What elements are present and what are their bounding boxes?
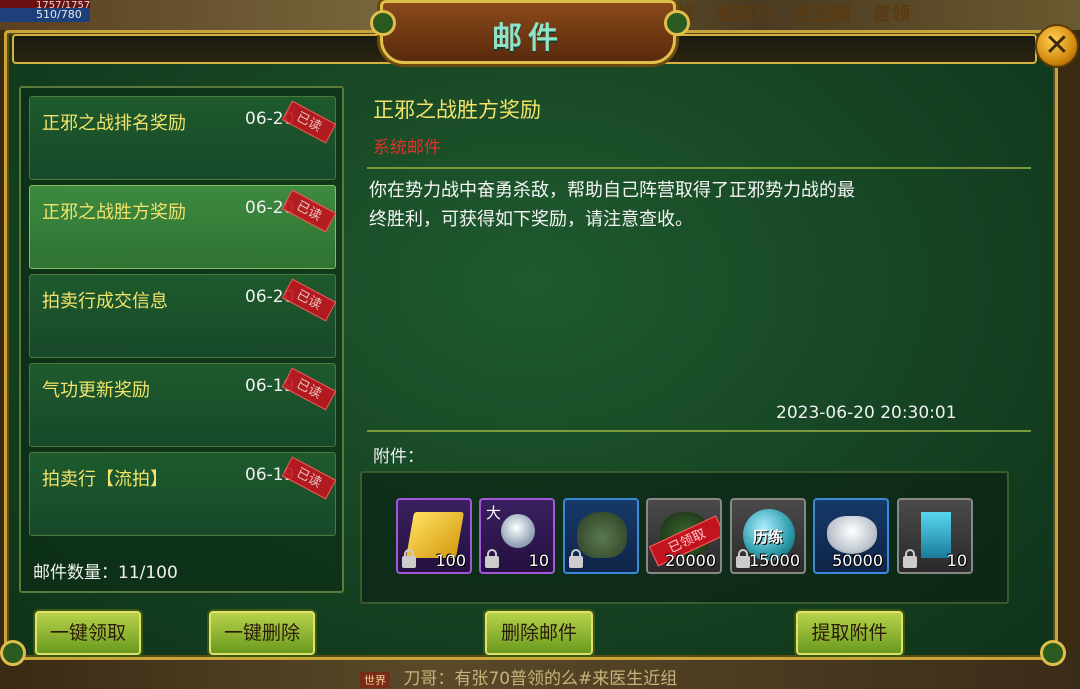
mail-list: 正邪之战排名奖励 06-20 已读 正邪之战胜方奖励 06-20 已读 拍卖行成… — [19, 86, 344, 593]
ornament-icon — [0, 640, 26, 666]
divider — [367, 430, 1031, 432]
chat-text: 刀哥：有张70普领的么#来医生近组 — [403, 669, 678, 689]
attachments-label: 附件： — [373, 447, 424, 467]
read-stamp: 已读 — [281, 367, 337, 411]
lock-icon — [903, 549, 917, 568]
mail-list-item[interactable]: 拍卖行成交信息 06-20 已读 — [29, 274, 337, 358]
attachment-slot[interactable]: 10 — [897, 498, 973, 574]
mail-subject: 拍卖行【流拍】 — [42, 469, 168, 490]
orb-label: 历练 — [752, 528, 783, 546]
attachment-slot[interactable]: 已领取 20000 — [646, 498, 722, 574]
mail-body-line: 你在势力战中奋勇杀敌，帮助自己阵营取得了正邪势力战的最 — [369, 180, 855, 201]
mp-text: 510/780 — [36, 8, 82, 21]
attachment-qty: 15000 — [749, 551, 800, 570]
claim-all-button[interactable]: 一键领取 — [35, 611, 141, 655]
top-menu-item[interactable]: 百宝阁 — [795, 4, 852, 25]
attachment-slot[interactable] — [563, 498, 639, 574]
lock-icon — [569, 549, 583, 568]
attachment-qty: 10 — [528, 551, 549, 570]
lock-icon — [402, 549, 416, 568]
ornament-icon — [664, 10, 690, 36]
ornament-icon — [1040, 640, 1066, 666]
lock-icon — [485, 549, 499, 568]
top-menu-item[interactable]: 首领 — [873, 4, 911, 25]
window-title: 邮件 — [492, 21, 564, 56]
delete-mail-button[interactable]: 删除邮件 — [485, 611, 593, 655]
top-menu: 战 拍卖行 百宝阁 首领 — [676, 0, 925, 26]
mail-list-item[interactable]: 拍卖行【流拍】 06-19 已读 — [29, 452, 337, 536]
top-menu-item[interactable]: 拍卖行 — [716, 4, 773, 25]
close-button[interactable]: ✕ — [1035, 24, 1079, 68]
jar-icon — [577, 512, 627, 558]
attachment-qty: 100 — [435, 551, 466, 570]
mail-sender: 系统邮件 — [373, 138, 441, 158]
attachment-slot[interactable]: 历练 15000 — [730, 498, 806, 574]
attachment-qty: 10 — [946, 551, 967, 570]
mail-timestamp: 2023-06-20 20:30:01 — [776, 403, 957, 423]
silver-ingot-icon — [827, 516, 877, 554]
delete-all-button[interactable]: 一键删除 — [209, 611, 315, 655]
attachment-slot[interactable]: 大 10 — [479, 498, 555, 574]
attachment-qty: 50000 — [832, 551, 883, 570]
attachment-slot[interactable]: 50000 — [813, 498, 889, 574]
mail-list-item[interactable]: 气功更新奖励 06-19 已读 — [29, 363, 337, 447]
mail-list-item-selected[interactable]: 正邪之战胜方奖励 06-20 已读 — [29, 185, 337, 269]
mail-body: 你在势力战中奋勇杀敌，帮助自己阵营取得了正邪势力战的最 终胜利，可获得如下奖励，… — [369, 176, 929, 234]
extract-attachments-button[interactable]: 提取附件 — [796, 611, 903, 655]
lock-icon — [736, 549, 750, 568]
attachment-qty: 20000 — [665, 551, 716, 570]
mail-list-item[interactable]: 正邪之战排名奖励 06-20 已读 — [29, 96, 337, 180]
attachment-slot[interactable]: 100 — [396, 498, 472, 574]
mail-count: 邮件数量：11/100 — [33, 563, 178, 583]
chat-line: 世界 刀哥：有张70普领的么#来医生近组 — [360, 664, 677, 689]
mail-subject: 正邪之战胜方奖励 — [42, 202, 186, 223]
read-stamp: 已读 — [281, 189, 337, 233]
mail-subject: 拍卖行成交信息 — [42, 291, 168, 312]
mail-detail-title: 正邪之战胜方奖励 — [373, 98, 541, 122]
read-stamp: 已读 — [281, 456, 337, 500]
read-stamp: 已读 — [281, 100, 337, 144]
pearl-icon — [501, 514, 535, 548]
mail-subject: 气功更新奖励 — [42, 380, 150, 401]
mail-subject: 正邪之战排名奖励 — [42, 113, 186, 134]
chat-channel-tag: 世界 — [360, 672, 390, 688]
title-plate: 邮件 — [380, 0, 676, 64]
divider — [367, 167, 1031, 169]
ornament-icon — [370, 10, 396, 36]
attachment-tag: 大 — [486, 504, 502, 522]
mail-body-line: 终胜利，可获得如下奖励，请注意查收。 — [369, 209, 693, 230]
read-stamp: 已读 — [281, 278, 337, 322]
